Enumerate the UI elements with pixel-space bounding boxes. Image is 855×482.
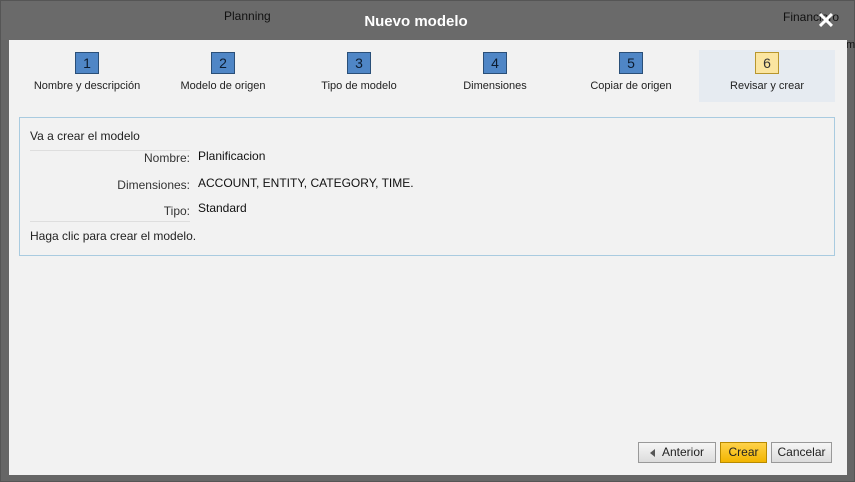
step-number: 2	[211, 52, 235, 74]
step-label: Modelo de origen	[180, 80, 266, 92]
row-value: Standard	[198, 201, 247, 215]
step-dimensiones[interactable]: 4 Dimensiones	[427, 50, 563, 102]
dialog-content: 1 Nombre y descripción 2 Modelo de orige…	[9, 40, 847, 475]
row-value: Planificacion	[198, 149, 266, 163]
new-model-dialog: Planning Financiero Nuevo modelo ✕ ml 1 …	[0, 0, 855, 482]
close-icon[interactable]: ✕	[816, 10, 836, 32]
create-button[interactable]: Crear	[720, 442, 767, 463]
step-number: 3	[347, 52, 371, 74]
row-label: Tipo:	[163, 204, 190, 218]
wizard-steps: 1 Nombre y descripción 2 Modelo de orige…	[9, 40, 847, 108]
row-label: Nombre:	[143, 151, 190, 165]
step-number: 6	[755, 52, 779, 74]
step-copiar-origen[interactable]: 5 Copiar de origen	[563, 50, 699, 102]
row-label: Dimensiones:	[117, 178, 190, 192]
step-nombre-descripcion[interactable]: 1 Nombre y descripción	[19, 50, 155, 102]
previous-button[interactable]: Anterior	[638, 442, 716, 463]
summary-row-nombre: Nombre: Planificacion	[30, 149, 265, 176]
summary-footer: Haga clic para crear el modelo.	[30, 229, 197, 243]
step-label: Tipo de modelo	[321, 80, 397, 92]
step-revisar-crear[interactable]: 6 Revisar y crear	[699, 50, 835, 102]
dialog-title: Nuevo modelo	[364, 13, 468, 30]
cancel-button[interactable]: Cancelar	[771, 442, 832, 463]
previous-button-label: Anterior	[661, 445, 705, 459]
step-modelo-origen[interactable]: 2 Modelo de origen	[155, 50, 291, 102]
dialog-titlebar: Planning Financiero Nuevo modelo ✕	[1, 1, 854, 40]
row-value: ACCOUNT, ENTITY, CATEGORY, TIME.	[198, 176, 414, 190]
summary-row-tipo: Tipo: Standard	[30, 196, 247, 222]
summary-heading: Va a crear el modelo	[30, 129, 140, 143]
step-number: 1	[75, 52, 99, 74]
step-label: Dimensiones	[463, 80, 527, 92]
step-number: 5	[619, 52, 643, 74]
step-label: Copiar de origen	[590, 80, 672, 92]
step-label: Revisar y crear	[730, 80, 804, 92]
review-summary-panel: Va a crear el modelo Nombre: Planificaci…	[19, 117, 835, 256]
arrow-left-icon	[649, 448, 655, 457]
step-label: Nombre y descripción	[33, 80, 141, 92]
step-number: 4	[483, 52, 507, 74]
step-tipo-modelo[interactable]: 3 Tipo de modelo	[291, 50, 427, 102]
background-edge-text: ml	[846, 39, 855, 51]
